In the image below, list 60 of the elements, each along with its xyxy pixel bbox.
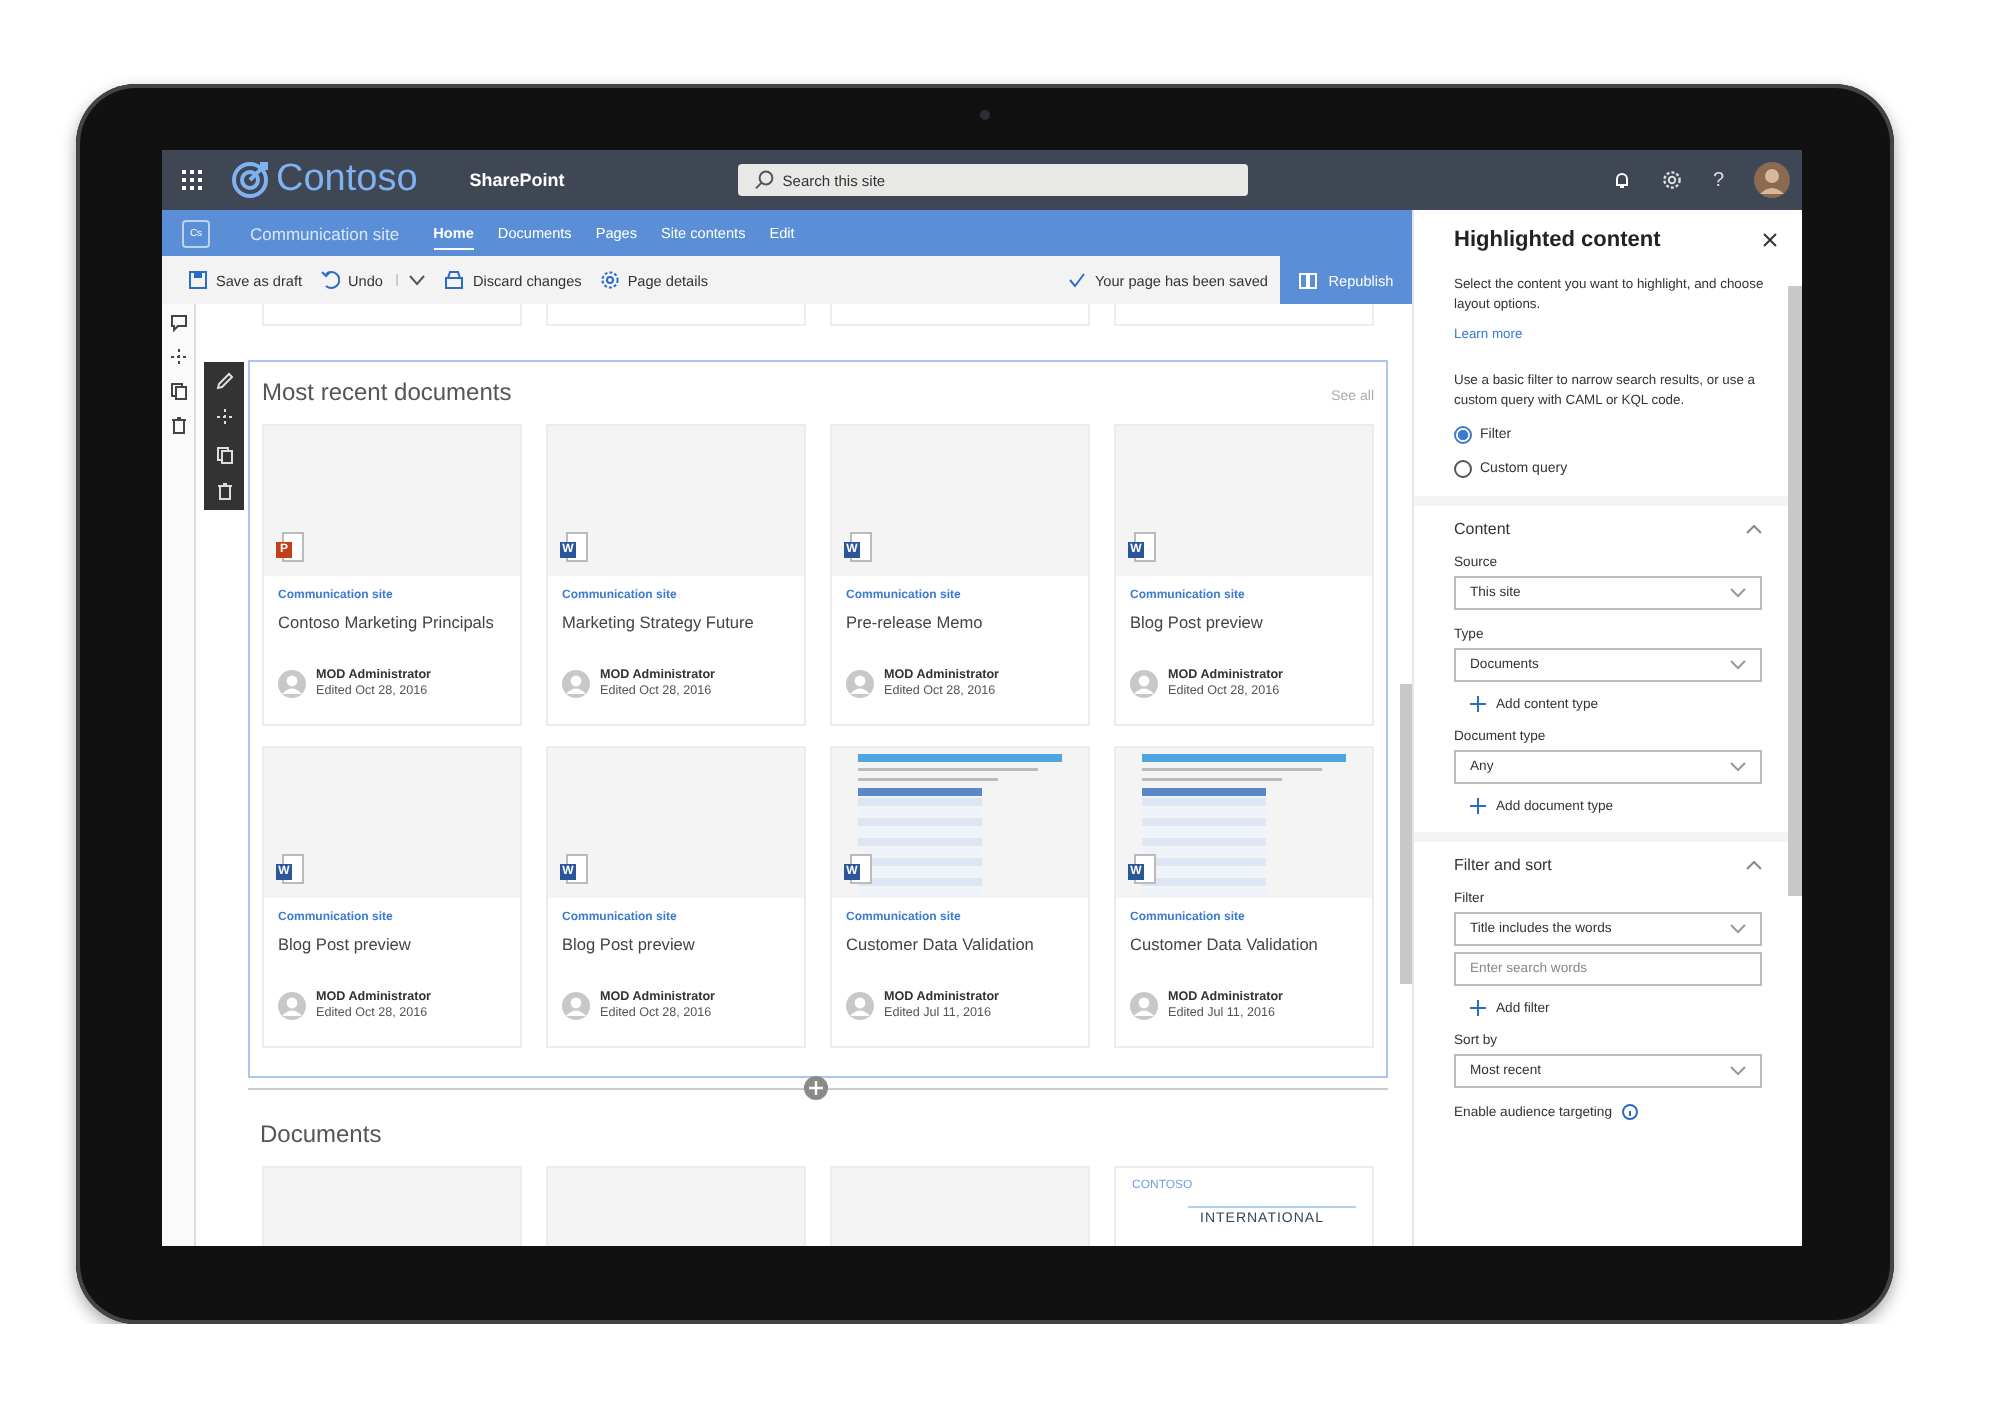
chevron-up-icon[interactable]	[1746, 524, 1762, 534]
settings-icon[interactable]	[1662, 170, 1683, 190]
person-icon	[562, 991, 590, 1019]
person-icon	[846, 669, 874, 697]
section-title: Documents	[260, 1120, 384, 1148]
brand-logo[interactable]: Contoso	[230, 158, 418, 202]
document-title: Blog Post preview	[562, 934, 697, 954]
document-title: Marketing Strategy Future	[562, 612, 756, 632]
person-icon	[278, 991, 306, 1019]
avatar-icon[interactable]	[1754, 162, 1790, 198]
chevron-down-icon[interactable]	[396, 274, 427, 286]
stack-icon	[444, 270, 465, 290]
document-title: Blog Post preview	[1130, 612, 1265, 632]
gear-icon	[599, 270, 620, 290]
plus-icon	[1470, 1000, 1486, 1016]
close-icon[interactable]	[1762, 232, 1778, 248]
target-logo-icon	[230, 160, 270, 200]
section-title: Most recent documents	[262, 378, 512, 406]
comment-icon[interactable]	[169, 314, 187, 332]
pencil-icon[interactable]	[215, 371, 233, 390]
delete-icon[interactable]	[169, 416, 187, 434]
brand-name: Contoso	[276, 158, 418, 202]
move-icon[interactable]	[169, 348, 187, 366]
help-button[interactable]: ?	[1712, 169, 1724, 191]
plus-icon	[1470, 696, 1486, 712]
undo-icon	[320, 270, 340, 290]
chevron-down-icon	[1730, 762, 1746, 772]
scrollbar-thumb[interactable]	[1788, 286, 1802, 896]
group-title: Content	[1454, 520, 1511, 538]
person-icon	[278, 669, 306, 697]
group-title: Filter and sort	[1454, 856, 1552, 874]
add-section-icon[interactable]	[804, 1076, 828, 1100]
panel-title: Highlighted content	[1454, 228, 1661, 252]
document-title: Blog Post preview	[278, 934, 413, 954]
plus-icon	[1470, 798, 1486, 814]
bell-icon[interactable]	[1612, 170, 1633, 190]
chevron-down-icon	[1730, 588, 1746, 598]
document-title: Pre-release Memo	[846, 612, 985, 632]
search-icon	[754, 170, 775, 190]
chevron-down-icon	[1730, 1066, 1746, 1076]
chevron-down-icon	[1730, 924, 1746, 934]
copy-icon[interactable]	[169, 382, 187, 400]
book-icon	[1298, 271, 1319, 289]
app-launcher-icon[interactable]	[182, 170, 202, 190]
document-title: Customer Data Validation	[1130, 934, 1320, 954]
check-icon	[1068, 272, 1087, 288]
product-name[interactable]: SharePoint	[469, 170, 565, 190]
chevron-up-icon[interactable]	[1746, 860, 1762, 870]
camera-dot	[980, 110, 990, 120]
save-icon	[188, 270, 208, 290]
person-icon	[562, 669, 590, 697]
scrollbar-thumb[interactable]	[1400, 684, 1412, 984]
document-title: Customer Data Validation	[846, 934, 1036, 954]
person-icon	[846, 991, 874, 1019]
document-title: Contoso Marketing Principals	[278, 612, 496, 632]
chevron-down-icon	[1730, 660, 1746, 670]
copy-icon[interactable]	[215, 445, 233, 464]
person-icon	[1130, 669, 1158, 697]
info-icon[interactable]	[1621, 1104, 1638, 1120]
person-icon	[1130, 991, 1158, 1019]
